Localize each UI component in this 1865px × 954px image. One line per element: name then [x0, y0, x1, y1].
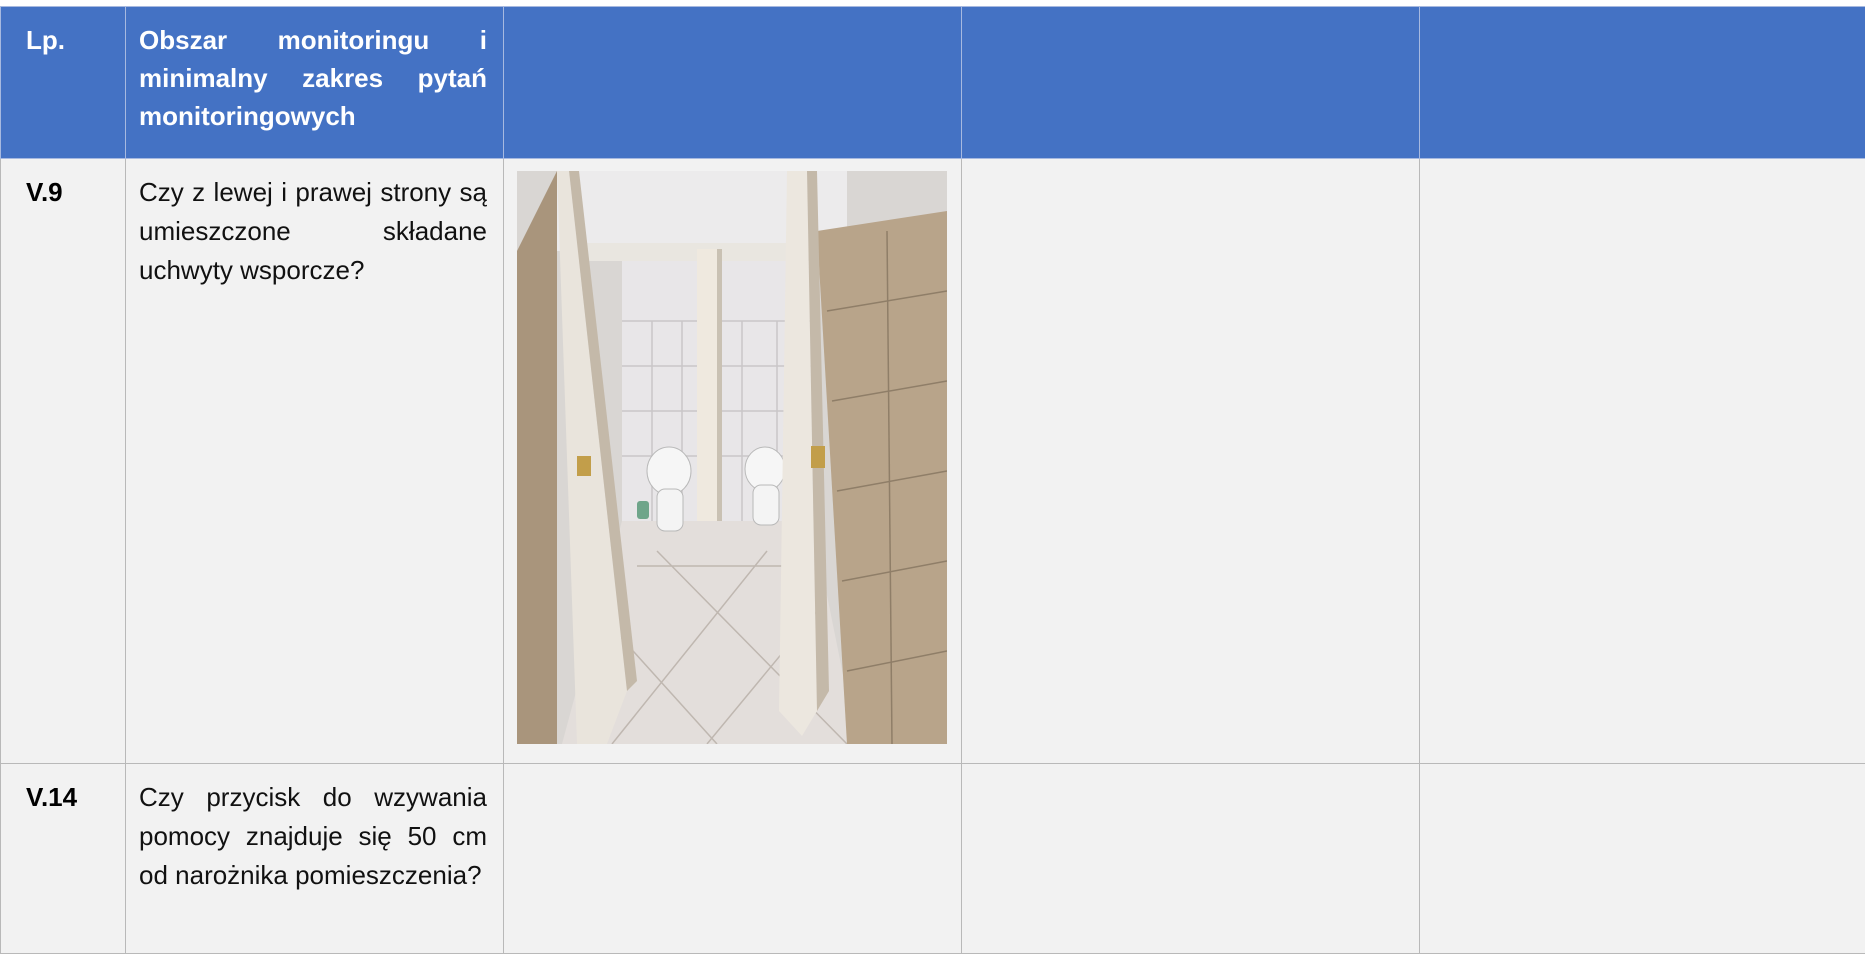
cell-empty: [962, 159, 1420, 764]
row-question: Czy z lewej i prawej strony są umieszczo…: [126, 159, 503, 290]
header-col5-text: [1420, 7, 1865, 21]
header-col5: [1420, 7, 1865, 159]
header-question-text: Obszar monitoringu i minimalny zakres py…: [126, 7, 503, 135]
table-row: V.14 Czy przycisk do wzywania pomocy zna…: [1, 764, 1865, 954]
cell-lp: V.14: [1, 764, 126, 954]
header-lp-text: Lp.: [1, 7, 125, 59]
monitoring-table: Lp. Obszar monitoringu i minimalny zakre…: [0, 6, 1865, 954]
row-question: Czy przycisk do wzywania pomocy znajduje…: [126, 764, 503, 895]
cell-empty: [962, 764, 1420, 954]
table-row: V.9 Czy z lewej i prawej strony są umies…: [1, 159, 1865, 764]
cell-photo: [504, 159, 962, 764]
document-page: Lp. Obszar monitoringu i minimalny zakre…: [0, 0, 1865, 948]
table-header-row: Lp. Obszar monitoringu i minimalny zakre…: [1, 7, 1865, 159]
cell-question: Czy przycisk do wzywania pomocy znajduje…: [126, 764, 504, 954]
toilet-cubicles-photo: [517, 171, 947, 744]
header-col4-text: [962, 7, 1419, 21]
header-question: Obszar monitoringu i minimalny zakres py…: [126, 7, 504, 159]
header-col3-text: [504, 7, 961, 21]
cell-empty: [1420, 764, 1865, 954]
header-col4: [962, 7, 1420, 159]
photo-frame: [504, 159, 961, 744]
header-col3: [504, 7, 962, 159]
row-lp: V.14: [1, 764, 125, 816]
cell-empty: [1420, 159, 1865, 764]
cell-lp: V.9: [1, 159, 126, 764]
cell-empty: [504, 764, 962, 954]
row-lp: V.9: [1, 159, 125, 211]
cell-question: Czy z lewej i prawej strony są umieszczo…: [126, 159, 504, 764]
header-lp: Lp.: [1, 7, 126, 159]
